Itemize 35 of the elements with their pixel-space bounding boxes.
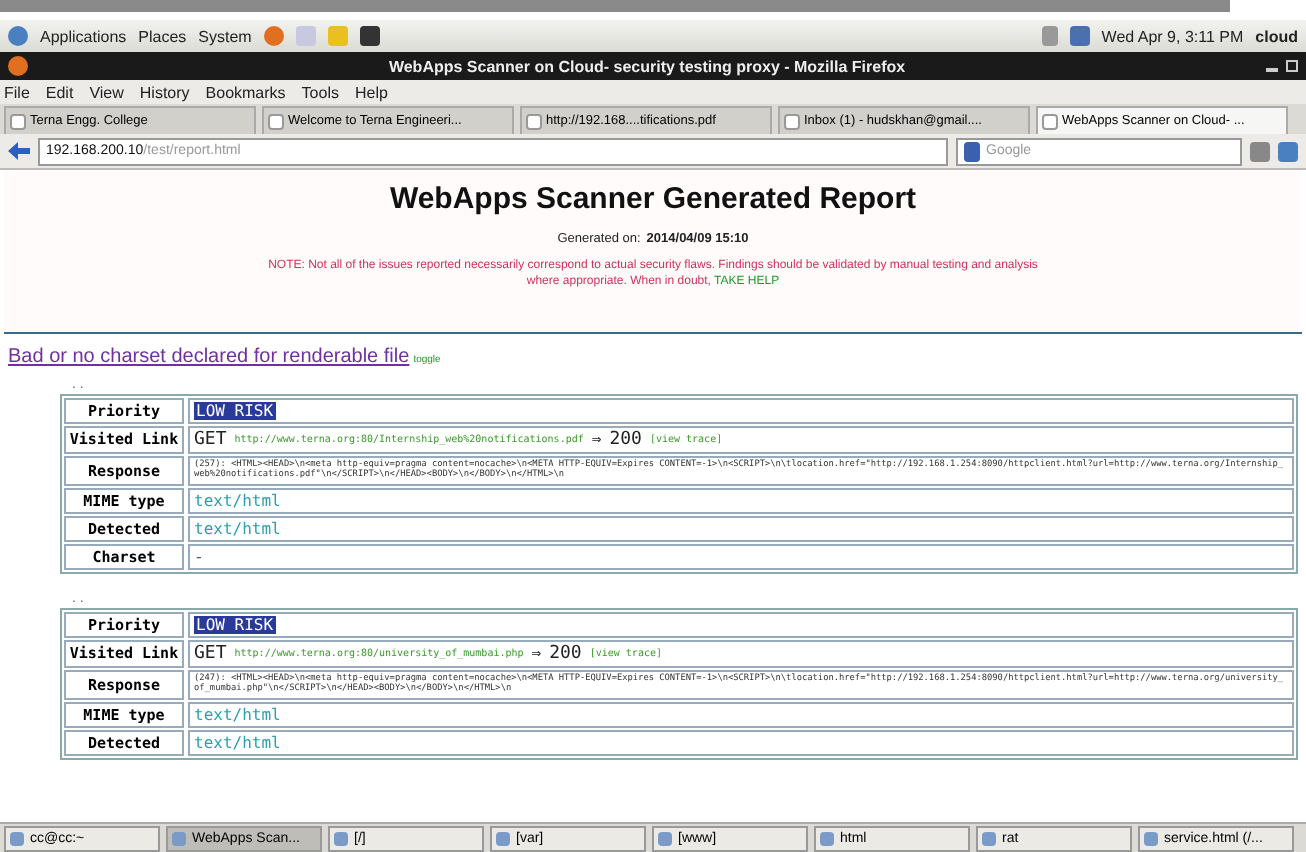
menu-item[interactable]: File bbox=[4, 83, 30, 101]
menu-item[interactable]: Help bbox=[354, 83, 388, 101]
page-icon bbox=[268, 113, 284, 129]
priority-value: LOW RISK bbox=[194, 615, 276, 634]
menu-item[interactable]: History bbox=[139, 83, 190, 101]
method: GET bbox=[194, 429, 227, 450]
back-icon[interactable] bbox=[8, 142, 30, 160]
page-icon bbox=[10, 113, 26, 129]
panel-menu[interactable]: Places bbox=[138, 27, 187, 45]
panel-menu[interactable]: System bbox=[198, 27, 252, 45]
maximize-icon[interactable] bbox=[1286, 60, 1299, 72]
menu-item[interactable]: Edit bbox=[45, 83, 74, 101]
window-title: WebApps Scanner on Cloud- security testing proxy - Mozilla Firefox bbox=[388, 57, 906, 75]
priority-value: LOW RISK bbox=[194, 401, 276, 420]
arrow: ⇒ bbox=[591, 430, 602, 449]
page-icon bbox=[1042, 113, 1058, 129]
issue-link[interactable]: Bad or no charset declared for renderable file bbox=[8, 345, 410, 368]
panel-menu[interactable]: Applications bbox=[40, 27, 127, 45]
method: GET bbox=[194, 643, 227, 664]
page-icon bbox=[526, 113, 542, 129]
mime-value: text/html bbox=[194, 705, 281, 724]
page-icon bbox=[784, 113, 800, 129]
menu-item[interactable]: Tools bbox=[301, 83, 339, 101]
clock: Wed Apr 9, 3:11 PM bbox=[1101, 27, 1244, 45]
arrow: ⇒ bbox=[531, 644, 542, 663]
status-code: 200 bbox=[609, 429, 642, 450]
report-title: WebApps Scanner Generated Report bbox=[389, 182, 917, 216]
user-name: cloud bbox=[1255, 27, 1298, 45]
menu-item[interactable]: View bbox=[89, 83, 124, 101]
status-code: 200 bbox=[549, 643, 582, 664]
menu-item[interactable]: Bookmarks bbox=[205, 83, 286, 101]
charset-value: - bbox=[194, 547, 204, 566]
detected-value: text/html bbox=[194, 519, 281, 538]
mime-value: text/html bbox=[194, 491, 281, 510]
detected-value: text/html bbox=[194, 733, 281, 752]
